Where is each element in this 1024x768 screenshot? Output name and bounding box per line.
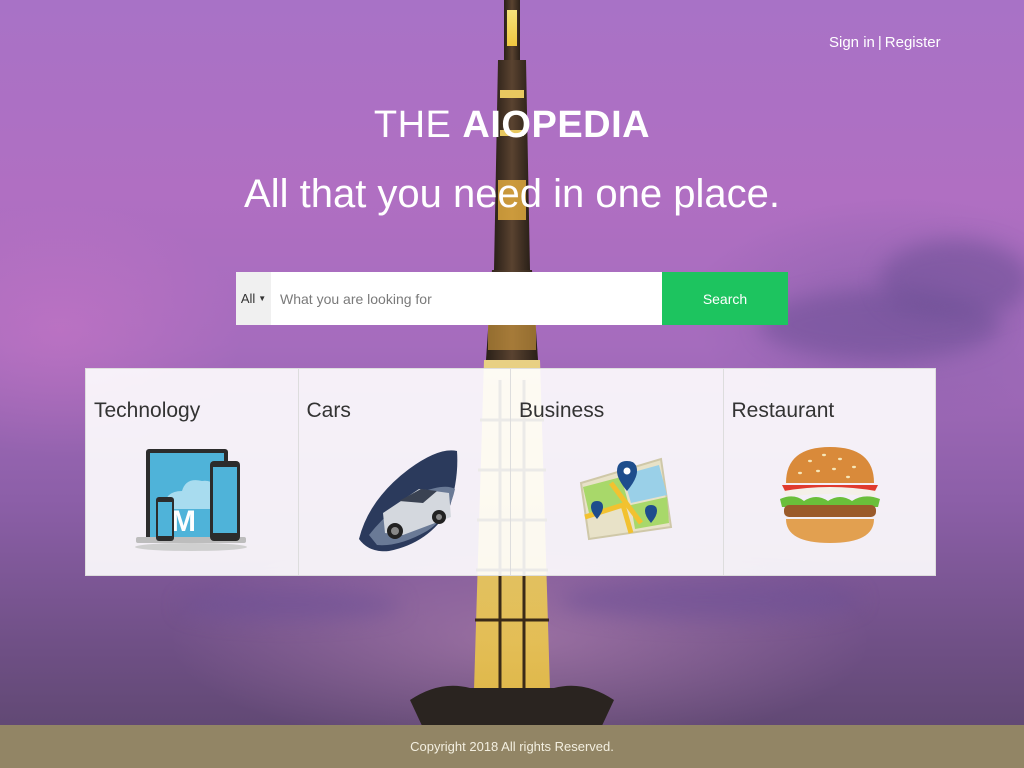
category-card-restaurant[interactable]: Restaurant [724, 369, 936, 575]
svg-text:M: M [171, 505, 196, 538]
auth-separator: | [877, 34, 882, 51]
footer: Copyright 2018 All rights Reserved. [0, 725, 1024, 768]
category-card-cars[interactable]: Cars [299, 369, 511, 575]
caret-down-icon: ▼ [258, 294, 267, 303]
burger-icon [779, 447, 880, 543]
tagline: All that you need in one place. [244, 172, 780, 216]
category-label: Technology [94, 399, 201, 422]
cloud [180, 590, 400, 620]
category-label: Business [519, 399, 605, 422]
category-card-business[interactable]: Business [511, 369, 724, 575]
category-label: Restaurant [731, 399, 835, 422]
map-icon [579, 457, 673, 541]
cloud [880, 240, 1024, 320]
category-label: Cars [306, 399, 351, 422]
search-button[interactable]: Search [662, 272, 788, 325]
category-card-technology[interactable]: Technology M [86, 369, 299, 575]
search-bar: All ▼ Search [236, 272, 788, 325]
category-select[interactable]: All ▼ [236, 272, 271, 325]
category-select-value: All [240, 291, 256, 306]
copyright-text: Copyright 2018 All rights Reserved. [410, 739, 614, 754]
site-title-name: AIOPEDIA [462, 104, 651, 146]
devices-icon: M [135, 449, 247, 551]
auth-links: Sign in | Register [829, 34, 941, 51]
register-link[interactable]: Register [885, 34, 941, 51]
category-cards: Technology M Cars Business Restaurant [85, 368, 936, 576]
site-title: THE AIOPEDIA [0, 104, 1024, 147]
car-icon [358, 450, 457, 552]
sign-in-link[interactable]: Sign in [829, 34, 875, 51]
site-title-prefix: THE [373, 104, 463, 146]
search-input[interactable] [271, 272, 662, 325]
